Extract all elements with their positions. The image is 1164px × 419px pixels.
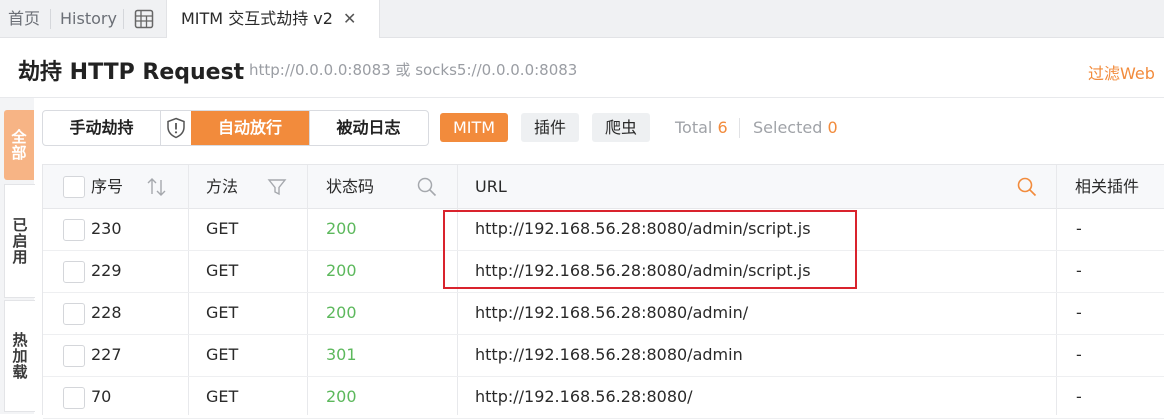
row-status: 200 (326, 219, 357, 238)
row-id: 227 (91, 345, 122, 364)
tab-history[interactable]: History (60, 0, 117, 37)
row-url: http://192.168.56.28:8080/admin/ (475, 303, 749, 322)
tab-bar: 首页 History MITM 交互式劫持 v2 ✕ (0, 0, 1164, 38)
selected-count: Selected 0 (753, 118, 838, 137)
col-id: 序号 (91, 177, 124, 196)
selected-label: Selected (753, 118, 823, 137)
manual-hijack-button[interactable]: 手动劫持 (43, 111, 160, 145)
row-method: GET (206, 345, 239, 364)
row-plugin: - (1076, 219, 1082, 238)
selected-value: 0 (827, 118, 838, 137)
table-row[interactable]: 227 GET 301 http://192.168.56.28:8080/ad… (43, 334, 1164, 377)
col-method: 方法 (206, 177, 239, 196)
crawler-chip[interactable]: 爬虫 (592, 113, 650, 142)
plugin-chip[interactable]: 插件 (521, 113, 579, 142)
row-plugin: - (1076, 261, 1082, 280)
highlight-box (443, 210, 857, 289)
total-count: Total 6 (675, 118, 728, 137)
header-divider (0, 97, 1164, 98)
tab-divider (50, 9, 51, 29)
page-title: 劫持 HTTP Request (18, 60, 245, 85)
row-method: GET (206, 261, 239, 280)
mitm-chip[interactable]: MITM (440, 113, 508, 142)
row-id: 228 (91, 303, 122, 322)
request-table: 序号 方法 状态码 URL 相关插件 230 GET 200 http://19… (42, 164, 1164, 419)
total-value: 6 (717, 118, 728, 137)
row-plugin: - (1076, 387, 1082, 406)
select-all-checkbox[interactable] (63, 176, 85, 198)
grid-icon[interactable] (134, 9, 154, 33)
table-row[interactable]: 228 GET 200 http://192.168.56.28:8080/ad… (43, 292, 1164, 335)
search-icon[interactable] (1016, 176, 1038, 202)
row-method: GET (206, 219, 239, 238)
row-status: 301 (326, 345, 357, 364)
side-tab-enabled[interactable]: 已启用 (4, 184, 35, 298)
proxy-address: http://0.0.0.0:8083 或 socks5://0.0.0.0:8… (249, 61, 578, 79)
row-method: GET (206, 387, 239, 406)
tab-divider (123, 9, 124, 29)
side-tab-bar: 全部 已启用 热加载 (0, 98, 35, 414)
row-status: 200 (326, 387, 357, 406)
passive-log-button[interactable]: 被动日志 (309, 111, 427, 145)
row-id: 70 (91, 387, 112, 406)
tab-mitm[interactable]: MITM 交互式劫持 v2 ✕ (166, 0, 380, 38)
table-header: 序号 方法 状态码 URL 相关插件 (43, 165, 1164, 209)
sort-icon[interactable] (146, 177, 168, 201)
col-status: 状态码 (326, 177, 375, 196)
row-checkbox[interactable] (63, 345, 85, 367)
filter-link[interactable]: 过滤Web (1088, 60, 1155, 84)
row-method: GET (206, 303, 239, 322)
table-row[interactable]: 70 GET 200 http://192.168.56.28:8080/ - (43, 376, 1164, 419)
row-checkbox[interactable] (63, 303, 85, 325)
close-icon[interactable]: ✕ (343, 9, 356, 28)
row-url: http://192.168.56.28:8080/admin (475, 345, 743, 364)
row-plugin: - (1076, 345, 1082, 364)
row-checkbox[interactable] (63, 387, 85, 409)
row-status: 200 (326, 303, 357, 322)
row-id: 230 (91, 219, 122, 238)
row-plugin: - (1076, 303, 1082, 322)
row-id: 229 (91, 261, 122, 280)
hijack-mode-group: 手动劫持 自动放行 被动日志 (42, 110, 429, 146)
row-url: http://192.168.56.28:8080/ (475, 387, 693, 406)
row-checkbox[interactable] (63, 219, 85, 241)
tab-mitm-label: MITM 交互式劫持 v2 (181, 9, 333, 28)
side-tab-hot-reload[interactable]: 热加载 (4, 300, 35, 412)
search-icon[interactable] (416, 176, 438, 202)
shield-icon[interactable] (160, 111, 192, 145)
filter-icon[interactable] (267, 177, 287, 201)
auto-release-button[interactable]: 自动放行 (191, 111, 309, 145)
col-url: URL (475, 177, 507, 196)
row-checkbox[interactable] (63, 261, 85, 283)
row-status: 200 (326, 261, 357, 280)
col-plugins: 相关插件 (1075, 177, 1140, 196)
side-tab-all[interactable]: 全部 (4, 110, 34, 180)
total-label: Total (675, 118, 713, 137)
stat-divider (739, 118, 740, 138)
tab-home[interactable]: 首页 (8, 0, 40, 37)
